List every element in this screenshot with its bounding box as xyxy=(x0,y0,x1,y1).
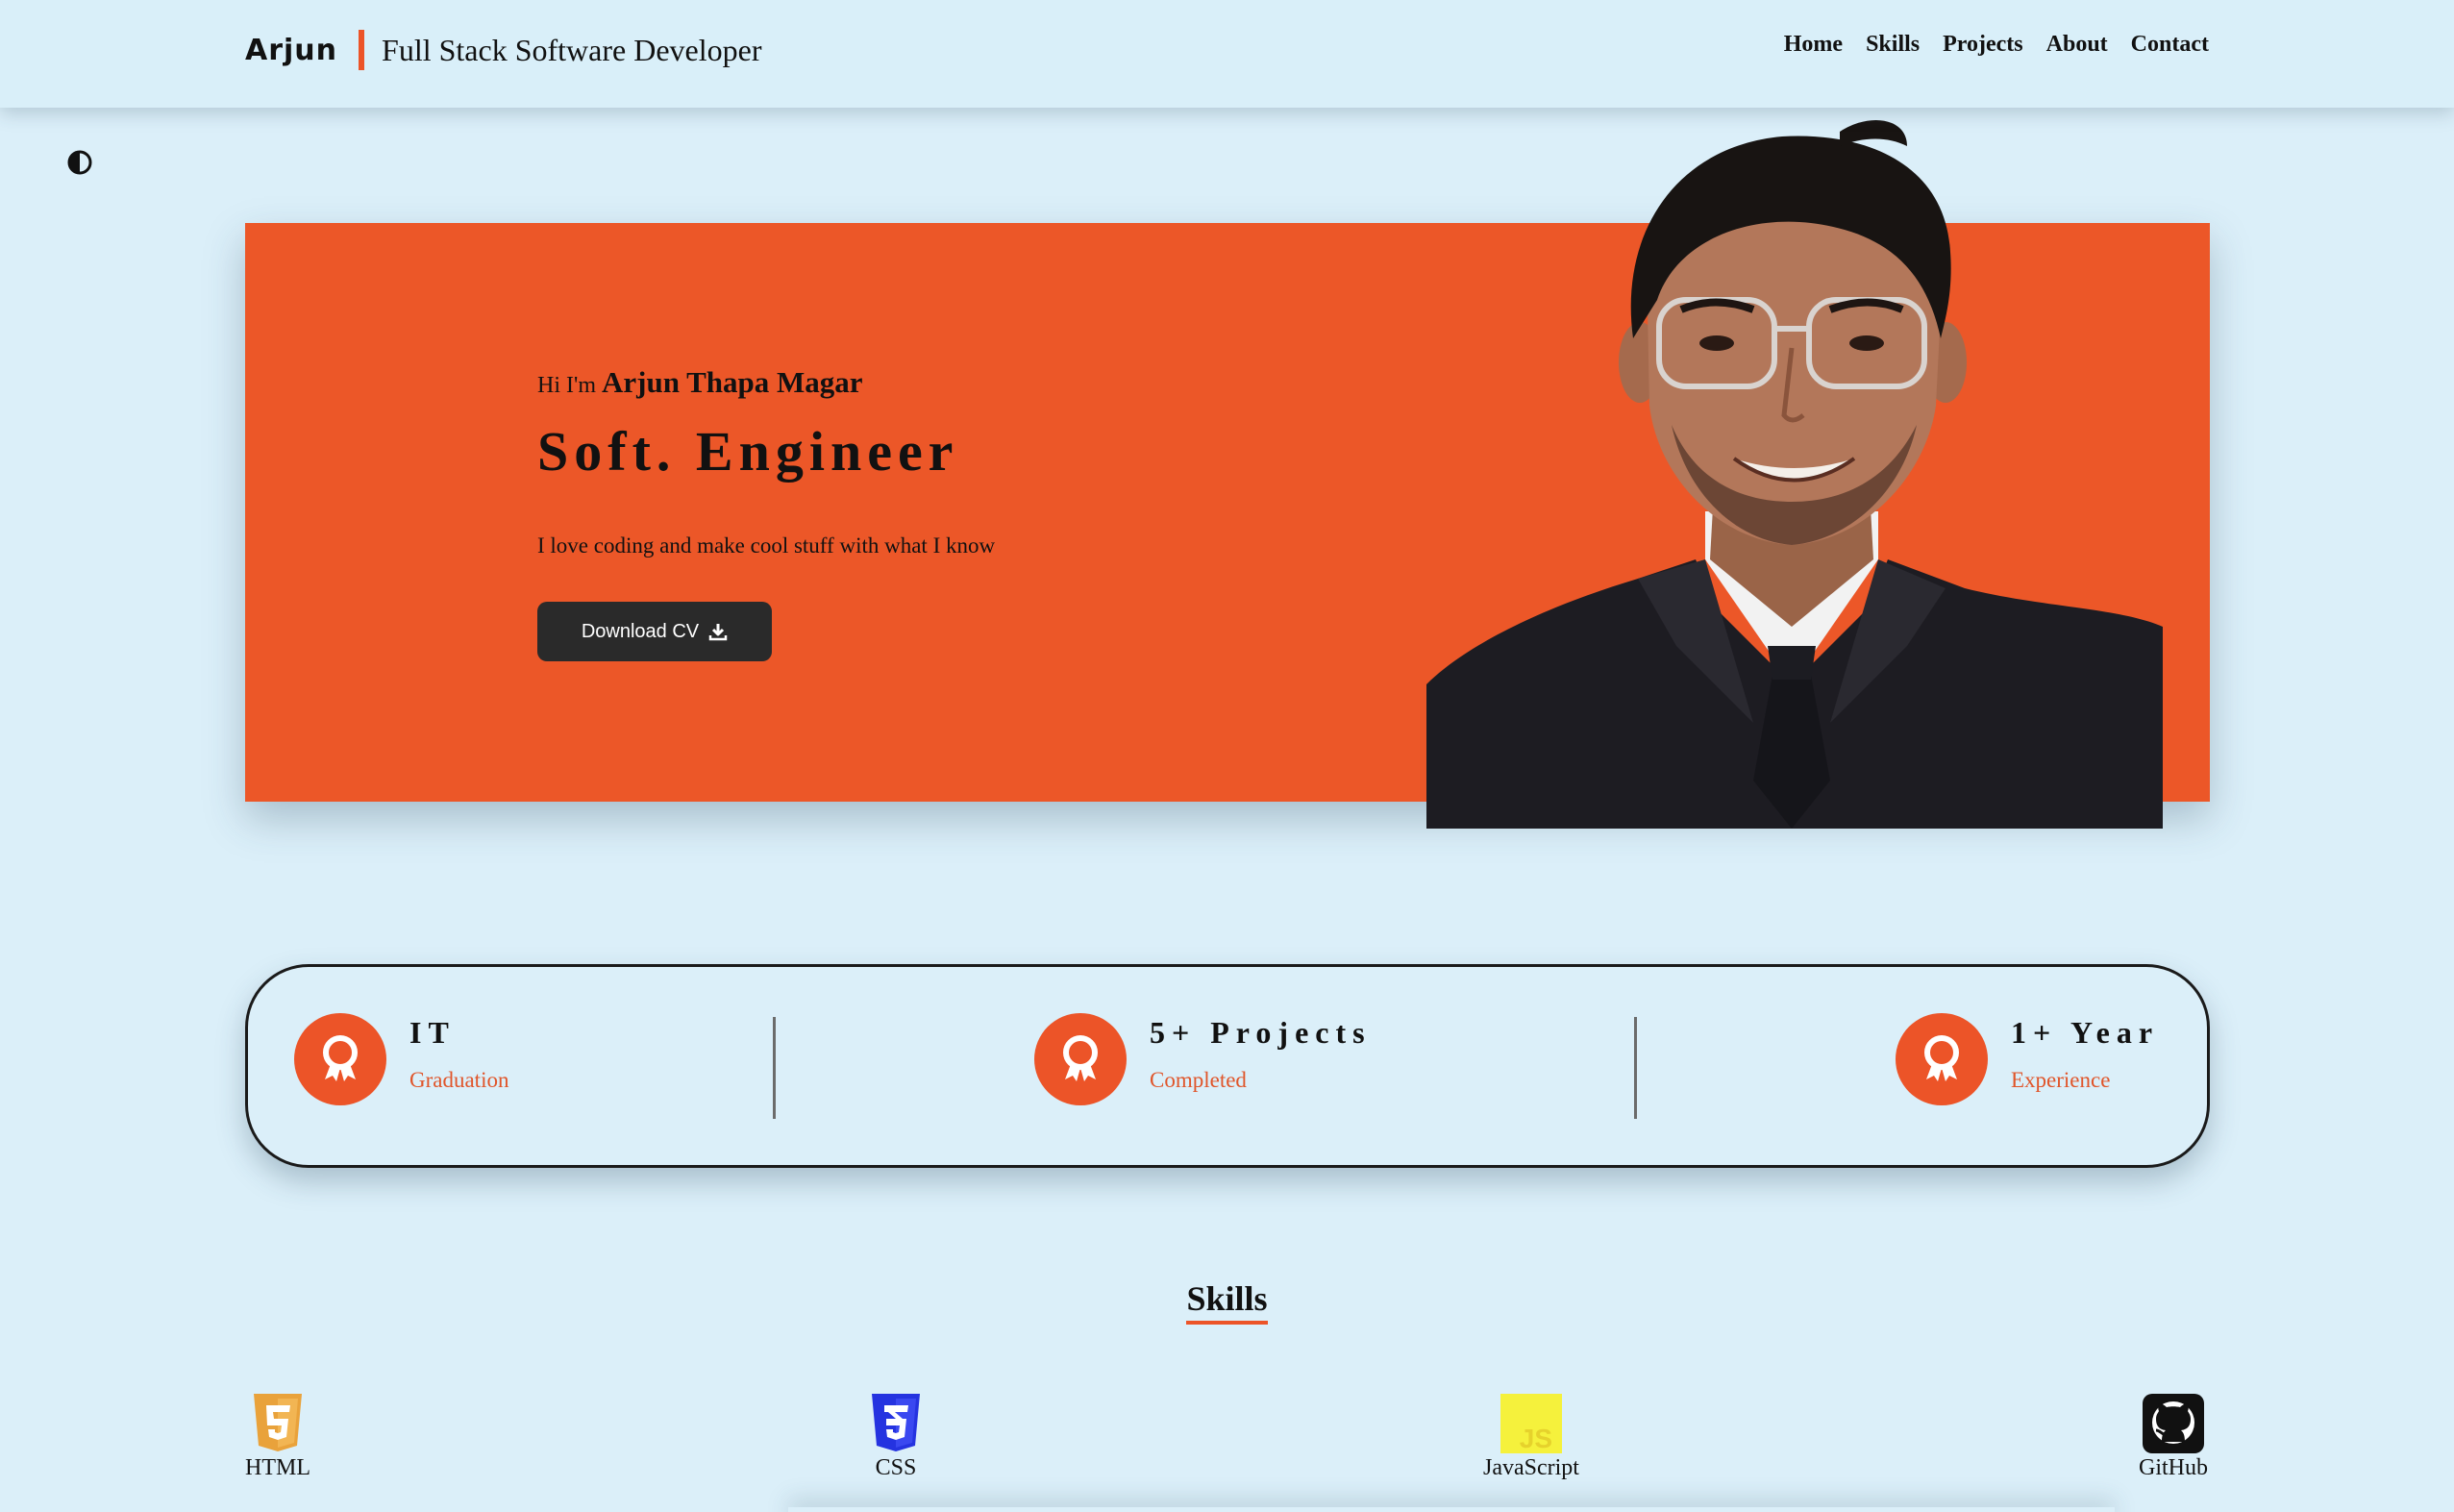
download-cv-label: Download CV xyxy=(581,620,700,642)
greeting-prefix: Hi I'm xyxy=(537,373,596,398)
nav-skills[interactable]: Skills xyxy=(1866,32,1920,58)
skill-label: JavaScript xyxy=(1483,1455,1579,1480)
next-section-edge xyxy=(788,1507,2115,1512)
skill-label: HTML xyxy=(245,1455,310,1480)
download-cv-button[interactable]: Download CV xyxy=(537,602,772,661)
brand-divider xyxy=(359,30,365,70)
stat-subtitle: Graduation xyxy=(409,1068,509,1092)
stat-title: IT xyxy=(409,1015,456,1050)
hero-text: Hi I'm Arjun Thapa Magar Soft. Engineer … xyxy=(537,365,995,661)
skill-javascript[interactable]: JS JavaScript xyxy=(1483,1394,1579,1481)
stat-graduation: IT Graduation xyxy=(294,1013,508,1105)
nav-projects[interactable]: Projects xyxy=(1943,32,2023,58)
nav-about[interactable]: About xyxy=(2046,32,2108,58)
skill-css[interactable]: CSS xyxy=(870,1394,922,1481)
brand[interactable]: Arjun Full Stack Software Developer xyxy=(245,29,761,71)
stat-title: 1+ Year xyxy=(2011,1015,2160,1050)
skill-github[interactable]: GitHub xyxy=(2139,1394,2208,1481)
top-navbar: Arjun Full Stack Software Developer Home… xyxy=(0,0,2454,108)
download-icon xyxy=(708,624,728,641)
main-nav: Home Skills Projects About Contact xyxy=(1784,32,2209,58)
profile-photo xyxy=(1426,120,2163,829)
github-icon xyxy=(2143,1394,2204,1453)
svg-text:JS: JS xyxy=(1520,1424,1552,1453)
brand-name: Arjun xyxy=(245,33,338,67)
stat-projects: 5+ Projects Completed xyxy=(1034,1013,1372,1105)
award-ribbon-icon xyxy=(1034,1013,1127,1105)
greeting: Hi I'm Arjun Thapa Magar xyxy=(537,365,995,400)
skills-title: Skills xyxy=(1186,1278,1268,1325)
skill-html[interactable]: HTML xyxy=(245,1394,310,1481)
stats-panel: IT Graduation 5+ Projects Completed 1+ Y… xyxy=(245,964,2210,1168)
stat-subtitle: Experience xyxy=(2011,1068,2111,1092)
javascript-icon: JS xyxy=(1500,1394,1562,1453)
theme-toggle-icon[interactable] xyxy=(67,150,92,175)
skill-label: CSS xyxy=(875,1455,917,1480)
nav-contact[interactable]: Contact xyxy=(2131,32,2209,58)
html5-icon xyxy=(254,1394,302,1451)
stat-title: 5+ Projects xyxy=(1150,1015,1372,1050)
stat-divider xyxy=(773,1017,776,1119)
award-ribbon-icon xyxy=(1896,1013,1988,1105)
stat-subtitle: Completed xyxy=(1150,1068,1247,1092)
portfolio-page: Arjun Full Stack Software Developer Home… xyxy=(0,0,2454,1512)
css3-icon xyxy=(872,1394,920,1451)
full-name: Arjun Thapa Magar xyxy=(601,365,863,399)
skills-heading: Skills xyxy=(0,1278,2454,1325)
stat-divider xyxy=(1634,1017,1637,1119)
role-title: Soft. Engineer xyxy=(537,420,959,483)
skill-label: GitHub xyxy=(2139,1455,2208,1480)
stat-experience: 1+ Year Experience xyxy=(1896,1013,2159,1105)
nav-home[interactable]: Home xyxy=(1784,32,1843,58)
tagline: I love coding and make cool stuff with w… xyxy=(537,533,996,558)
award-ribbon-icon xyxy=(294,1013,386,1105)
brand-role: Full Stack Software Developer xyxy=(382,32,762,67)
